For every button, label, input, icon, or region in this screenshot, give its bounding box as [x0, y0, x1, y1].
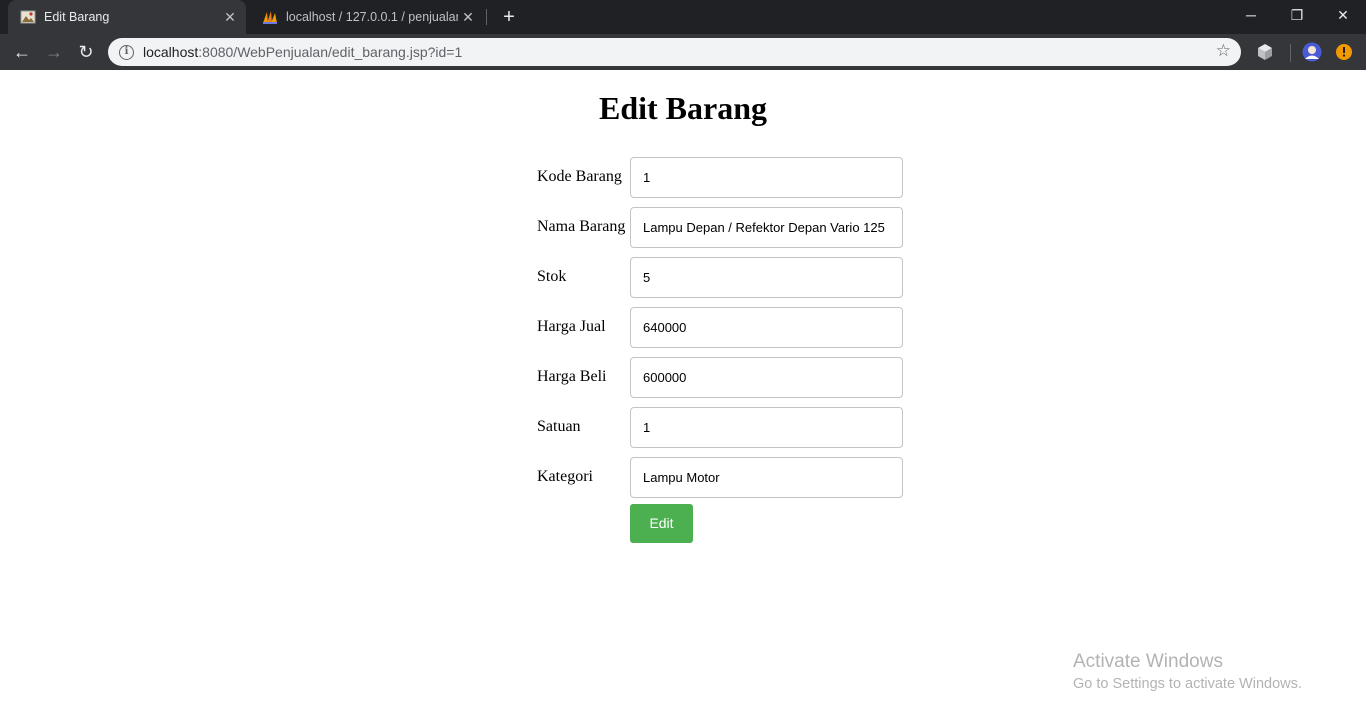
url-path: :8080/WebPenjualan/edit_barang.jsp?id=1 [198, 44, 463, 60]
harga-jual-input[interactable]: 640000 [630, 307, 903, 348]
watermark-title: Activate Windows [1073, 651, 1223, 672]
kategori-label: Kategori [537, 468, 593, 485]
harga-beli-input[interactable]: 600000 [630, 357, 903, 398]
minimize-button[interactable]: ─ [1228, 0, 1274, 30]
close-icon[interactable]: ✕ [458, 9, 478, 26]
satuan-label: Satuan [537, 418, 581, 435]
windows-activation-watermark: Activate Windows Go to Settings to activ… [1073, 651, 1302, 692]
forward-button[interactable]: → [42, 40, 66, 64]
form-row-kategori: Kategori Lampu Motor [537, 457, 907, 507]
tab-title: localhost / 127.0.0.1 / penjualan_ [286, 10, 458, 24]
close-icon[interactable]: ✕ [220, 9, 240, 26]
nama-barang-input[interactable]: Lampu Depan / Refektor Depan Vario 125 [630, 207, 903, 248]
page-favicon [20, 10, 36, 24]
form-row-harga-jual: Harga Jual 640000 [537, 307, 907, 357]
update-alert-icon[interactable] [1335, 42, 1355, 62]
bookmark-star-icon[interactable]: ☆ [1216, 41, 1231, 61]
tab-edit-barang[interactable]: Edit Barang ✕ [8, 0, 246, 34]
stok-input[interactable]: 5 [630, 257, 903, 298]
satuan-input[interactable]: 1 [630, 407, 903, 448]
edit-submit-button[interactable]: Edit [630, 504, 693, 543]
form-row-stok: Stok 5 [537, 257, 907, 307]
tab-strip: Edit Barang ✕ localhost / 127.0.0.1 / pe… [0, 0, 1366, 34]
harga-beli-label: Harga Beli [537, 368, 607, 385]
tab-title: Edit Barang [44, 10, 110, 24]
browser-toolbar: ← → ↻ i localhost:8080/WebPenjualan/edit… [0, 34, 1366, 70]
url-host: localhost [143, 44, 199, 60]
nama-barang-label: Nama Barang [537, 218, 626, 235]
form-row-harga-beli: Harga Beli 600000 [537, 357, 907, 407]
kode-barang-label: Kode Barang [537, 168, 622, 185]
info-icon[interactable]: i [119, 44, 134, 60]
address-bar[interactable]: i localhost:8080/WebPenjualan/edit_baran… [108, 38, 1241, 66]
kategori-input[interactable]: Lampu Motor [630, 457, 903, 498]
page-title: Edit Barang [598, 90, 768, 126]
reload-button[interactable]: ↻ [74, 40, 98, 64]
toolbar-divider [1290, 44, 1291, 62]
window-close-button[interactable]: ✕ [1320, 0, 1366, 30]
new-tab-button[interactable]: + [498, 4, 520, 30]
kode-barang-input[interactable]: 1 [630, 157, 903, 198]
profile-avatar[interactable] [1302, 42, 1322, 62]
stok-label: Stok [537, 268, 567, 285]
back-button[interactable]: ← [10, 40, 34, 64]
watermark-subtitle: Go to Settings to activate Windows. [1073, 676, 1302, 692]
tab-phpmyadmin[interactable]: localhost / 127.0.0.1 / penjualan_ ✕ [250, 0, 484, 34]
tab-divider [486, 9, 487, 25]
form-row-satuan: Satuan 1 [537, 407, 907, 457]
form-row-nama-barang: Nama Barang Lampu Depan / Refektor Depan… [537, 207, 907, 257]
phpmyadmin-favicon [263, 11, 277, 24]
cube-extension-icon[interactable] [1255, 42, 1275, 62]
form-row-kode-barang: Kode Barang 1 [537, 157, 907, 207]
maximize-button[interactable]: ❐ [1274, 0, 1320, 30]
edit-barang-form: Kode Barang 1 Nama Barang Lampu Depan / … [537, 157, 907, 543]
harga-jual-label: Harga Jual [537, 318, 606, 335]
url-text[interactable]: localhost:8080/WebPenjualan/edit_barang.… [143, 44, 462, 60]
